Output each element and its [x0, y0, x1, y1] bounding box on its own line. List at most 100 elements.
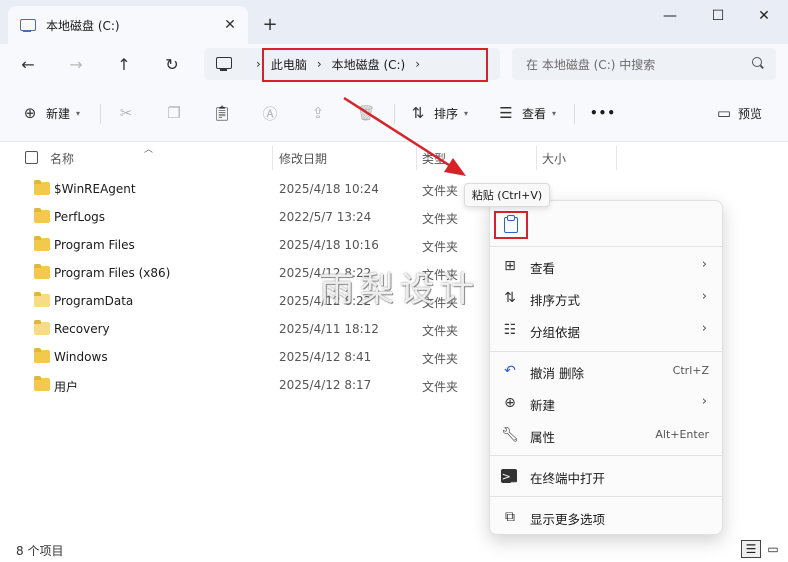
rename-button[interactable]: Ⓐ — [260, 100, 280, 126]
preview-label: 预览 — [738, 106, 763, 121]
file-type: 文件夹 — [422, 240, 459, 254]
group-list-icon: ☷ — [503, 322, 517, 338]
menu-label: 排序方式 — [530, 293, 581, 308]
menu-item-view[interactable]: ⊞ 查看 › — [489, 251, 723, 281]
details-view-button[interactable]: ☰ — [741, 540, 761, 558]
divider — [100, 104, 101, 124]
search-icon — [752, 57, 764, 69]
menu-paste-button[interactable] — [494, 211, 528, 239]
column-date[interactable]: 修改日期 — [279, 150, 327, 167]
status-bar: 8 个项目 ☰ ▭ — [0, 536, 788, 562]
cut-button[interactable]: ✂ — [116, 100, 136, 126]
chevron-down-icon: ▾ — [76, 108, 81, 118]
terminal-icon: >_ — [501, 469, 517, 483]
menu-item-sort[interactable]: ⇅ 排序方式 › — [489, 283, 723, 313]
title-bar: 本地磁盘 (C:) ✕ + — ☐ ✕ — [0, 0, 788, 44]
sort-icon: ⇅ — [411, 104, 425, 122]
new-button[interactable]: ⊕ 新建 ▾ — [20, 100, 80, 126]
more-options-button[interactable]: ••• — [590, 100, 616, 126]
refresh-button[interactable]: ↻ — [156, 50, 188, 78]
back-button[interactable]: ← — [12, 50, 44, 78]
drive-icon — [20, 17, 36, 33]
divider — [574, 104, 575, 124]
menu-divider — [489, 246, 723, 247]
maximize-button[interactable]: ☐ — [698, 4, 738, 28]
close-window-button[interactable]: ✕ — [744, 4, 784, 28]
column-divider[interactable] — [616, 146, 617, 170]
wrench-icon: 🔧︎ — [501, 427, 519, 443]
column-divider[interactable] — [536, 146, 537, 170]
paste-button[interactable]: 📋︎ — [212, 100, 232, 126]
file-date: 2025/4/12 8:17 — [279, 378, 372, 392]
minimize-button[interactable]: — — [650, 4, 690, 28]
folder-icon — [34, 376, 50, 391]
share-button[interactable]: ⇪ — [308, 100, 328, 126]
search-input[interactable]: 在 本地磁盘 (C:) 中搜索 — [512, 48, 776, 80]
folder-icon — [34, 236, 50, 251]
menu-item-new[interactable]: ⊕ 新建 › — [489, 388, 723, 418]
folder-icon — [34, 348, 50, 363]
folder-icon — [34, 320, 50, 335]
scissors-icon: ✂ — [119, 104, 133, 122]
undo-icon: ↶ — [504, 363, 516, 379]
column-divider[interactable] — [272, 146, 273, 170]
menu-label: 分组依据 — [530, 325, 581, 340]
column-divider[interactable] — [416, 146, 417, 170]
plus-circle-icon: ⊕ — [504, 395, 516, 411]
computer-icon — [216, 57, 232, 71]
chevron-down-icon: ▾ — [464, 108, 469, 118]
view-list-icon: ☰ — [499, 104, 513, 122]
file-name: $WinREAgent — [54, 182, 136, 196]
grid-icon: ⊞ — [504, 258, 516, 274]
menu-label: 在终端中打开 — [530, 471, 606, 486]
sort-button[interactable]: ⇅ 排序 ▾ — [408, 100, 468, 126]
file-date: 2022/5/7 13:24 — [279, 210, 372, 224]
chevron-right-icon: › — [701, 321, 707, 336]
column-type[interactable]: 类型 — [422, 150, 446, 167]
menu-shortcut: Alt+Enter — [655, 428, 709, 441]
file-name: PerfLogs — [54, 210, 106, 224]
select-all-checkbox[interactable] — [25, 151, 38, 164]
up-button[interactable]: ↑ — [108, 50, 140, 78]
sort-icon: ⇅ — [504, 290, 516, 306]
column-name[interactable]: 名称 — [50, 150, 74, 167]
view-label: 查看 — [522, 106, 547, 121]
share-icon: ⇪ — [311, 104, 325, 122]
new-tab-button[interactable]: + — [258, 12, 282, 36]
preview-button[interactable]: ▭ 预览 — [714, 100, 762, 126]
menu-label: 查看 — [530, 261, 556, 276]
menu-item-terminal[interactable]: >_ 在终端中打开 — [489, 461, 723, 491]
folder-icon — [34, 180, 50, 195]
menu-item-more-options[interactable]: ⧉ 显示更多选项 — [489, 502, 723, 532]
paste-tooltip: 粘贴 (Ctrl+V) — [464, 183, 550, 207]
clipboard-icon: 📋︎ — [212, 104, 232, 122]
item-count: 8 个项目 — [16, 544, 64, 558]
menu-shortcut: Ctrl+Z — [672, 364, 709, 377]
menu-item-group[interactable]: ☷ 分组依据 › — [489, 315, 723, 345]
forward-button[interactable]: → — [60, 50, 92, 78]
column-size[interactable]: 大小 — [542, 150, 566, 167]
tiles-view-button[interactable]: ▭ — [763, 540, 783, 558]
chevron-right-icon: › — [256, 57, 261, 71]
folder-icon — [34, 292, 50, 307]
tab-local-disk[interactable]: 本地磁盘 (C:) ✕ — [8, 6, 248, 44]
plus-circle-icon: ⊕ — [23, 104, 37, 122]
menu-label: 撤消 删除 — [530, 366, 584, 381]
file-date: 2025/4/11 18:12 — [279, 322, 379, 336]
tab-title: 本地磁盘 (C:) — [46, 18, 120, 33]
copy-button[interactable]: ❐ — [164, 100, 184, 126]
new-label: 新建 — [46, 106, 71, 121]
folder-icon — [34, 264, 50, 279]
menu-item-properties[interactable]: 🔧︎ 属性 Alt+Enter — [489, 420, 723, 450]
chevron-down-icon: ▾ — [552, 108, 557, 118]
file-name: Program Files — [54, 238, 135, 252]
menu-item-undo[interactable]: ↶ 撤消 删除 Ctrl+Z — [489, 356, 723, 386]
menu-label: 显示更多选项 — [530, 512, 606, 527]
menu-divider — [489, 496, 723, 497]
view-button[interactable]: ☰ 查看 ▾ — [496, 100, 556, 126]
file-type: 文件夹 — [422, 212, 459, 226]
delete-button[interactable]: 🗑︎ — [356, 100, 376, 126]
breadcrumb-highlight-box — [262, 48, 488, 82]
tab-close-button[interactable]: ✕ — [218, 13, 242, 37]
sort-up-icon: ︿ — [144, 145, 154, 155]
